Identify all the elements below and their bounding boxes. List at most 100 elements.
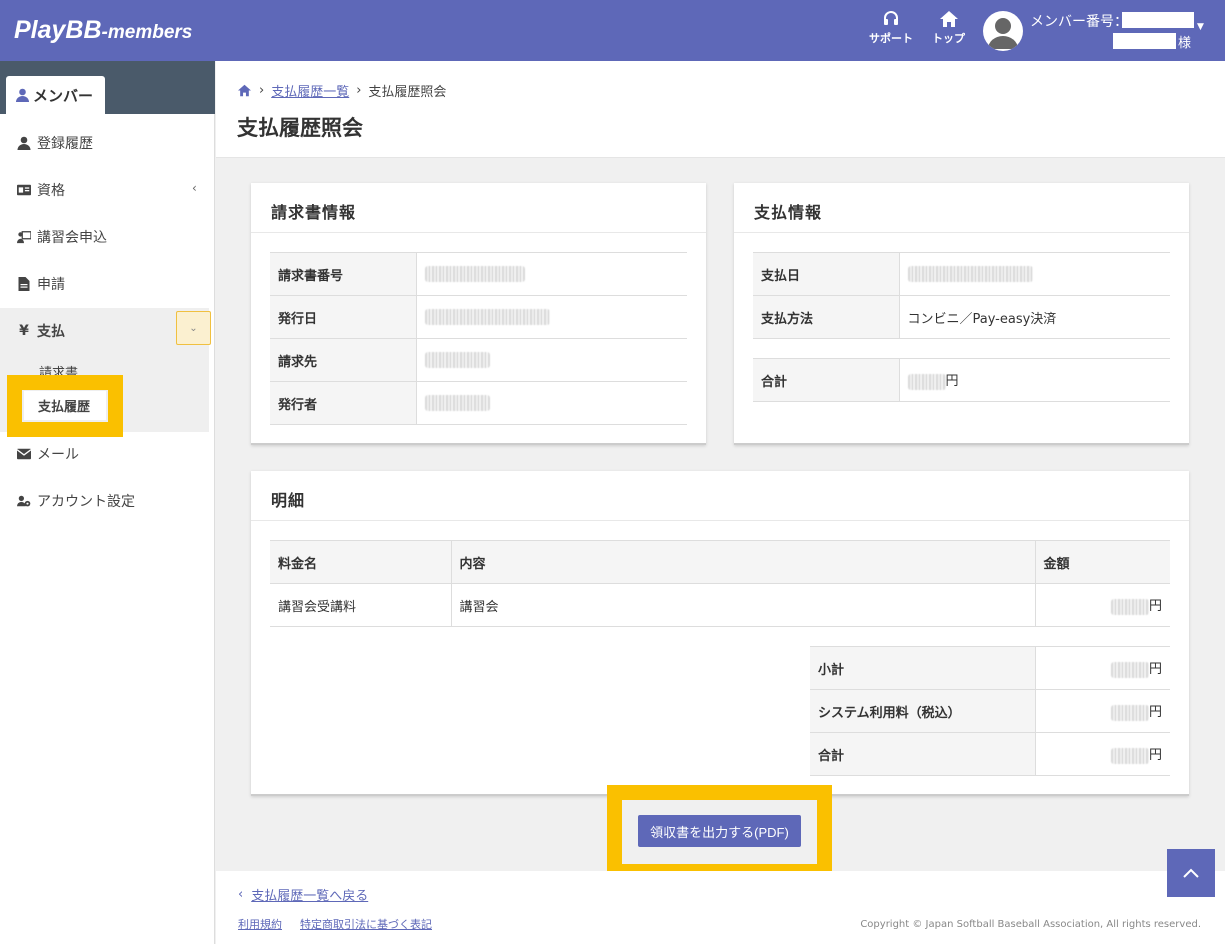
subtotal-value: 円 bbox=[1035, 646, 1170, 690]
subtotal-label: 小計 bbox=[810, 646, 1036, 690]
footer: ‹ 支払履歴一覧へ戻る 利用規約 特定商取引法に基づく表記 Copyright … bbox=[216, 871, 1225, 944]
avatar[interactable] bbox=[983, 11, 1023, 51]
payment-total-table: 合計円 bbox=[753, 358, 1170, 402]
home-icon[interactable] bbox=[237, 84, 252, 97]
back-to-payment-list-link[interactable]: ‹ 支払履歴一覧へ戻る bbox=[238, 885, 368, 904]
chevron-left-icon: ‹ bbox=[238, 887, 244, 902]
top-label: トップ bbox=[932, 32, 965, 45]
payment-info-table: 支払日 支払方法 コンビニ／Pay-easy決済 bbox=[753, 252, 1170, 339]
payment-method-label: 支払方法 bbox=[753, 295, 900, 339]
sidebar-item-mail[interactable]: メール bbox=[0, 434, 215, 474]
chevron-left-icon[interactable]: ‹ bbox=[192, 181, 197, 195]
table-row: 講習会受講料 講習会 円 bbox=[270, 583, 1170, 627]
detail-table: 料金名 内容 金額 講習会受講料 講習会 円 bbox=[270, 540, 1170, 627]
billing-to-value bbox=[416, 338, 687, 382]
member-name-value bbox=[1113, 33, 1176, 49]
table-row: 支払方法 コンビニ／Pay-easy決済 bbox=[753, 295, 1170, 339]
content-cell: 講習会 bbox=[451, 583, 1036, 627]
payment-collapse-toggle[interactable]: ⌄ bbox=[176, 311, 211, 345]
member-number-label: メンバー番号： bbox=[1030, 14, 1128, 30]
system-fee-value: 円 bbox=[1035, 689, 1170, 733]
issuer-value bbox=[416, 381, 687, 425]
sidebar-subitem-payment-history[interactable]: 支払履歴 bbox=[24, 391, 106, 420]
headset-icon bbox=[884, 11, 898, 25]
invoice-card-title: 請求書情報 bbox=[271, 203, 357, 222]
caret-down-icon[interactable]: ▼ bbox=[1197, 22, 1204, 32]
divider bbox=[251, 232, 706, 233]
sidebar-item-qualification[interactable]: 資格 bbox=[0, 170, 215, 210]
home-icon bbox=[939, 11, 958, 27]
footer-links: 利用規約 特定商取引法に基づく表記 bbox=[238, 916, 432, 932]
scroll-to-top-button[interactable] bbox=[1167, 849, 1215, 897]
column-header-content: 内容 bbox=[451, 540, 1036, 584]
id-card-icon bbox=[17, 184, 31, 196]
breadcrumb-separator: › bbox=[259, 83, 265, 98]
payment-date-value bbox=[899, 252, 1170, 296]
tokusho-link[interactable]: 特定商取引法に基づく表記 bbox=[300, 916, 432, 932]
payment-total-value: 円 bbox=[899, 358, 1170, 402]
invoice-number-value bbox=[416, 252, 687, 296]
issue-date-label: 発行日 bbox=[270, 295, 417, 339]
table-row: 小計円 bbox=[810, 646, 1170, 690]
fee-name-cell: 講習会受講料 bbox=[270, 583, 452, 627]
grand-total-value: 円 bbox=[1035, 732, 1170, 776]
file-icon bbox=[18, 277, 30, 291]
table-row: 合計円 bbox=[810, 732, 1170, 776]
payment-total-label: 合計 bbox=[753, 358, 900, 402]
terms-link[interactable]: 利用規約 bbox=[238, 916, 282, 932]
detail-card: 明細 料金名 内容 金額 講習会受講料 講習会 円 小計円 システム利用料（税込… bbox=[251, 471, 1189, 796]
divider bbox=[734, 232, 1189, 233]
export-receipt-pdf-button[interactable]: 領収書を出力する(PDF) bbox=[638, 815, 801, 847]
issue-date-value bbox=[416, 295, 687, 339]
sidebar: メンバー 登録履歴 資格 ‹ 講習会申込 申請 ¥ 支払 ⌄ 請求書 支払履歴 … bbox=[0, 61, 215, 944]
invoice-number-label: 請求書番号 bbox=[270, 252, 417, 296]
logo[interactable]: PlayBB-members bbox=[14, 16, 192, 45]
user-icon bbox=[17, 136, 31, 150]
table-header-row: 料金名 内容 金額 bbox=[270, 540, 1170, 584]
detail-card-title: 明細 bbox=[271, 491, 306, 510]
amount-cell: 円 bbox=[1035, 583, 1170, 627]
support-button[interactable]: サポート bbox=[869, 10, 913, 46]
chevron-down-icon: ⌄ bbox=[189, 322, 198, 334]
sidebar-item-course-application[interactable]: 講習会申込 bbox=[0, 217, 215, 257]
system-fee-label: システム利用料（税込） bbox=[810, 689, 1036, 733]
table-row: 請求書番号 bbox=[270, 252, 687, 296]
invoice-info-table: 請求書番号 発行日 請求先 発行者 bbox=[270, 252, 687, 425]
top-button[interactable]: トップ bbox=[932, 10, 965, 46]
table-row: 合計円 bbox=[753, 358, 1170, 402]
grand-total-label: 合計 bbox=[810, 732, 1036, 776]
payment-method-value: コンビニ／Pay-easy決済 bbox=[899, 295, 1170, 339]
summary-table: 小計円 システム利用料（税込）円 合計円 bbox=[810, 646, 1170, 776]
sidebar-item-account-settings[interactable]: アカウント設定 bbox=[0, 481, 215, 521]
invoice-info-card: 請求書情報 請求書番号 発行日 請求先 発行者 bbox=[251, 183, 706, 445]
sidebar-item-registration-history[interactable]: 登録履歴 bbox=[0, 123, 215, 163]
sidebar-item-application[interactable]: 申請 bbox=[0, 264, 215, 304]
sidebar-item-payment[interactable]: ¥ 支払 bbox=[0, 311, 170, 351]
yen-icon: ¥ bbox=[19, 323, 29, 339]
support-label: サポート bbox=[869, 32, 913, 45]
table-row: 発行者 bbox=[270, 381, 687, 425]
breadcrumb-payment-list-link[interactable]: 支払履歴一覧 bbox=[271, 81, 349, 100]
payment-info-card: 支払情報 支払日 支払方法 コンビニ／Pay-easy決済 合計円 bbox=[734, 183, 1189, 445]
presentation-icon bbox=[17, 231, 31, 244]
breadcrumb: › 支払履歴一覧 › 支払履歴照会 bbox=[237, 81, 446, 100]
page-header: › 支払履歴一覧 › 支払履歴照会 支払履歴照会 bbox=[216, 61, 1225, 158]
table-row: 請求先 bbox=[270, 338, 687, 382]
envelope-icon bbox=[17, 448, 31, 460]
tab-member[interactable]: メンバー bbox=[6, 76, 105, 114]
sidebar-tabbar: メンバー bbox=[0, 61, 215, 114]
user-gear-icon bbox=[17, 495, 31, 507]
chevron-up-icon bbox=[1183, 868, 1199, 878]
user-avatar-icon bbox=[988, 18, 1018, 49]
copyright: Copyright © Japan Softball Baseball Asso… bbox=[860, 919, 1201, 930]
billing-to-label: 請求先 bbox=[270, 338, 417, 382]
column-header-amount: 金額 bbox=[1035, 540, 1170, 584]
page-title: 支払履歴照会 bbox=[237, 116, 363, 140]
issuer-label: 発行者 bbox=[270, 381, 417, 425]
divider bbox=[251, 520, 1189, 521]
payment-date-label: 支払日 bbox=[753, 252, 900, 296]
top-header: PlayBB-members サポート トップ メンバー番号： 様 ▼ bbox=[0, 0, 1225, 61]
honorific: 様 bbox=[1178, 36, 1192, 51]
user-icon bbox=[16, 88, 29, 102]
member-number-value bbox=[1122, 12, 1194, 28]
